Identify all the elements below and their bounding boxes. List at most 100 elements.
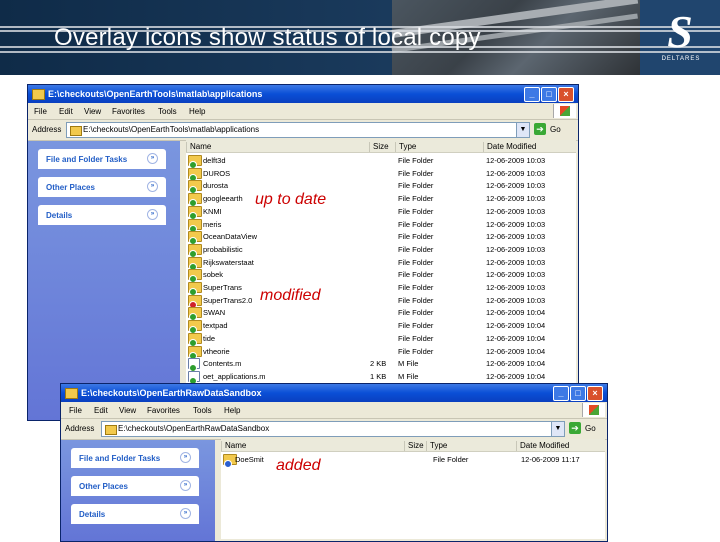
column-size[interactable]: Size: [404, 441, 428, 451]
menu-view[interactable]: View: [119, 406, 136, 415]
chevron-down-icon[interactable]: »: [180, 452, 191, 463]
column-date-modified[interactable]: Date Modified: [516, 441, 608, 451]
table-row[interactable]: sobek File Folder 12-06-2009 10:03: [186, 268, 576, 284]
table-row[interactable]: SWAN File Folder 12-06-2009 10:04: [186, 306, 576, 322]
table-row[interactable]: SuperTrans File Folder 12-06-2009 10:03: [186, 281, 576, 296]
cell-name: Contents.m: [203, 359, 242, 369]
cell-type: File Folder: [398, 321, 434, 331]
cell-name: delft3d: [203, 156, 226, 165]
menu-bar: File Edit View Favorites Tools Help: [28, 103, 578, 119]
annotation-modified: modified: [258, 287, 323, 305]
column-name[interactable]: Name: [186, 142, 370, 152]
menu-tools[interactable]: Tools: [158, 107, 177, 116]
chevron-down-icon[interactable]: »: [147, 181, 158, 192]
column-name[interactable]: Name: [221, 441, 405, 451]
address-input[interactable]: E:\checkouts\OpenEarthTools\matlab\appli…: [66, 122, 518, 138]
folder-icon: [188, 205, 202, 220]
chevron-down-icon[interactable]: »: [180, 480, 191, 491]
menu-help[interactable]: Help: [189, 107, 205, 116]
folder-icon: [188, 320, 202, 335]
table-row[interactable]: googleearth File Folder 12-06-2009 10:03: [186, 192, 576, 208]
window-titlebar[interactable]: E:\checkouts\OpenEarthTools\matlab\appli…: [28, 85, 578, 103]
folder-icon: [188, 269, 202, 284]
task-file-and-folder[interactable]: File and Folder Tasks »: [38, 149, 166, 169]
table-row[interactable]: textpad File Folder 12-06-2009 10:04: [186, 319, 576, 335]
cell-name: SuperTrans: [203, 283, 242, 292]
cell-date: 12-06-2009 10:03: [486, 206, 546, 216]
table-row[interactable]: OceanDataView File Folder 12-06-2009 10:03: [186, 230, 576, 246]
file-list[interactable]: Name Size Type Date Modified delft3d File…: [186, 140, 576, 418]
minimize-button[interactable]: _: [553, 386, 569, 401]
table-row[interactable]: tide File Folder 12-06-2009 10:04: [186, 332, 576, 347]
task-other-places[interactable]: Other Places »: [38, 177, 166, 197]
folder-icon: [105, 425, 117, 435]
column-type[interactable]: Type: [426, 441, 518, 451]
menu-bar: File Edit View Favorites Tools Help: [61, 402, 607, 418]
explorer-window-applications[interactable]: E:\checkouts\OpenEarthTools\matlab\appli…: [27, 84, 579, 421]
address-label: Address: [32, 125, 62, 134]
maximize-button[interactable]: □: [541, 87, 557, 102]
table-row[interactable]: vtheorie File Folder 12-06-2009 10:04: [186, 345, 576, 360]
cell-type: File Folder: [398, 156, 434, 165]
minimize-button[interactable]: _: [524, 87, 540, 102]
table-row[interactable]: DUROS File Folder 12-06-2009 10:03: [186, 167, 576, 182]
maximize-button[interactable]: □: [570, 386, 586, 401]
cell-name: googleearth: [203, 194, 243, 204]
task-file-and-folder[interactable]: File and Folder Tasks »: [71, 448, 199, 468]
task-details[interactable]: Details »: [71, 504, 199, 524]
explorer-window-sandbox[interactable]: E:\checkouts\OpenEarthRawDataSandbox _ □…: [60, 383, 608, 542]
folder-icon: [188, 332, 202, 347]
menu-view[interactable]: View: [84, 107, 101, 116]
cell-type: File Folder: [398, 295, 434, 305]
chevron-down-icon[interactable]: »: [147, 209, 158, 220]
window-titlebar[interactable]: E:\checkouts\OpenEarthRawDataSandbox _ □…: [61, 384, 607, 402]
task-other-places[interactable]: Other Places »: [71, 476, 199, 496]
table-row[interactable]: durosta File Folder 12-06-2009 10:03: [186, 179, 576, 195]
address-dropdown-button[interactable]: ▼: [551, 421, 565, 437]
go-button[interactable]: Go: [550, 125, 561, 134]
folder-icon: [188, 307, 202, 322]
table-row[interactable]: KNMI File Folder 12-06-2009 10:03: [186, 205, 576, 220]
address-input[interactable]: E:\checkouts\OpenEarthRawDataSandbox: [101, 421, 553, 437]
close-button[interactable]: ×: [558, 87, 574, 102]
cell-date: 12-06-2009 10:04: [486, 359, 546, 369]
file-icon: [188, 370, 200, 385]
cell-date: 12-06-2009 10:04: [486, 308, 546, 318]
file-list[interactable]: Name Size Type Date Modified DoeSmit File…: [221, 439, 605, 539]
menu-favorites[interactable]: Favorites: [112, 107, 145, 116]
menu-favorites[interactable]: Favorites: [147, 406, 180, 415]
address-dropdown-button[interactable]: ▼: [516, 122, 530, 138]
go-arrow-icon[interactable]: ➔: [534, 123, 546, 135]
table-row[interactable]: probabilistic File Folder 12-06-2009 10:03: [186, 243, 576, 258]
table-row[interactable]: SuperTrans2.0 File Folder 12-06-2009 10:03: [186, 294, 576, 309]
cell-type: File Folder: [398, 232, 434, 242]
menu-help[interactable]: Help: [224, 406, 240, 415]
table-row[interactable]: delft3d File Folder 12-06-2009 10:03: [186, 154, 576, 169]
menu-edit[interactable]: Edit: [59, 107, 73, 116]
slide-title: Overlay icons show status of local copy: [54, 24, 481, 51]
cell-date: 12-06-2009 10:03: [486, 156, 546, 165]
menu-tools[interactable]: Tools: [193, 406, 212, 415]
menu-file[interactable]: File: [69, 406, 82, 415]
go-button[interactable]: Go: [585, 424, 596, 433]
column-type[interactable]: Type: [395, 142, 482, 152]
chevron-down-icon[interactable]: »: [180, 508, 191, 519]
task-details[interactable]: Details »: [38, 205, 166, 225]
menu-edit[interactable]: Edit: [94, 406, 108, 415]
cell-type: File Folder: [398, 333, 434, 343]
cell-name: probabilistic: [203, 244, 243, 254]
column-date-modified[interactable]: Date Modified: [483, 142, 577, 152]
table-row[interactable]: Rijkswaterstaat File Folder 12-06-2009 10:…: [186, 256, 576, 271]
menu-file[interactable]: File: [34, 107, 47, 116]
close-button[interactable]: ×: [587, 386, 603, 401]
go-arrow-icon[interactable]: ➔: [569, 422, 581, 434]
chevron-down-icon[interactable]: »: [147, 153, 158, 164]
table-row[interactable]: oet_applications.m 1 KB M File 12-06-2009 1…: [186, 370, 576, 385]
task-pane: File and Folder Tasks » Other Places » D…: [28, 141, 180, 420]
cell-size: 1 KB: [370, 371, 387, 381]
folder-icon: [188, 345, 202, 360]
folder-icon: [32, 89, 45, 100]
cell-type: File Folder: [398, 181, 434, 191]
table-row[interactable]: Contents.m 2 KB M File 12-06-2009 10:04: [186, 357, 576, 373]
table-row[interactable]: meris File Folder 12-06-2009 10:03: [186, 218, 576, 233]
